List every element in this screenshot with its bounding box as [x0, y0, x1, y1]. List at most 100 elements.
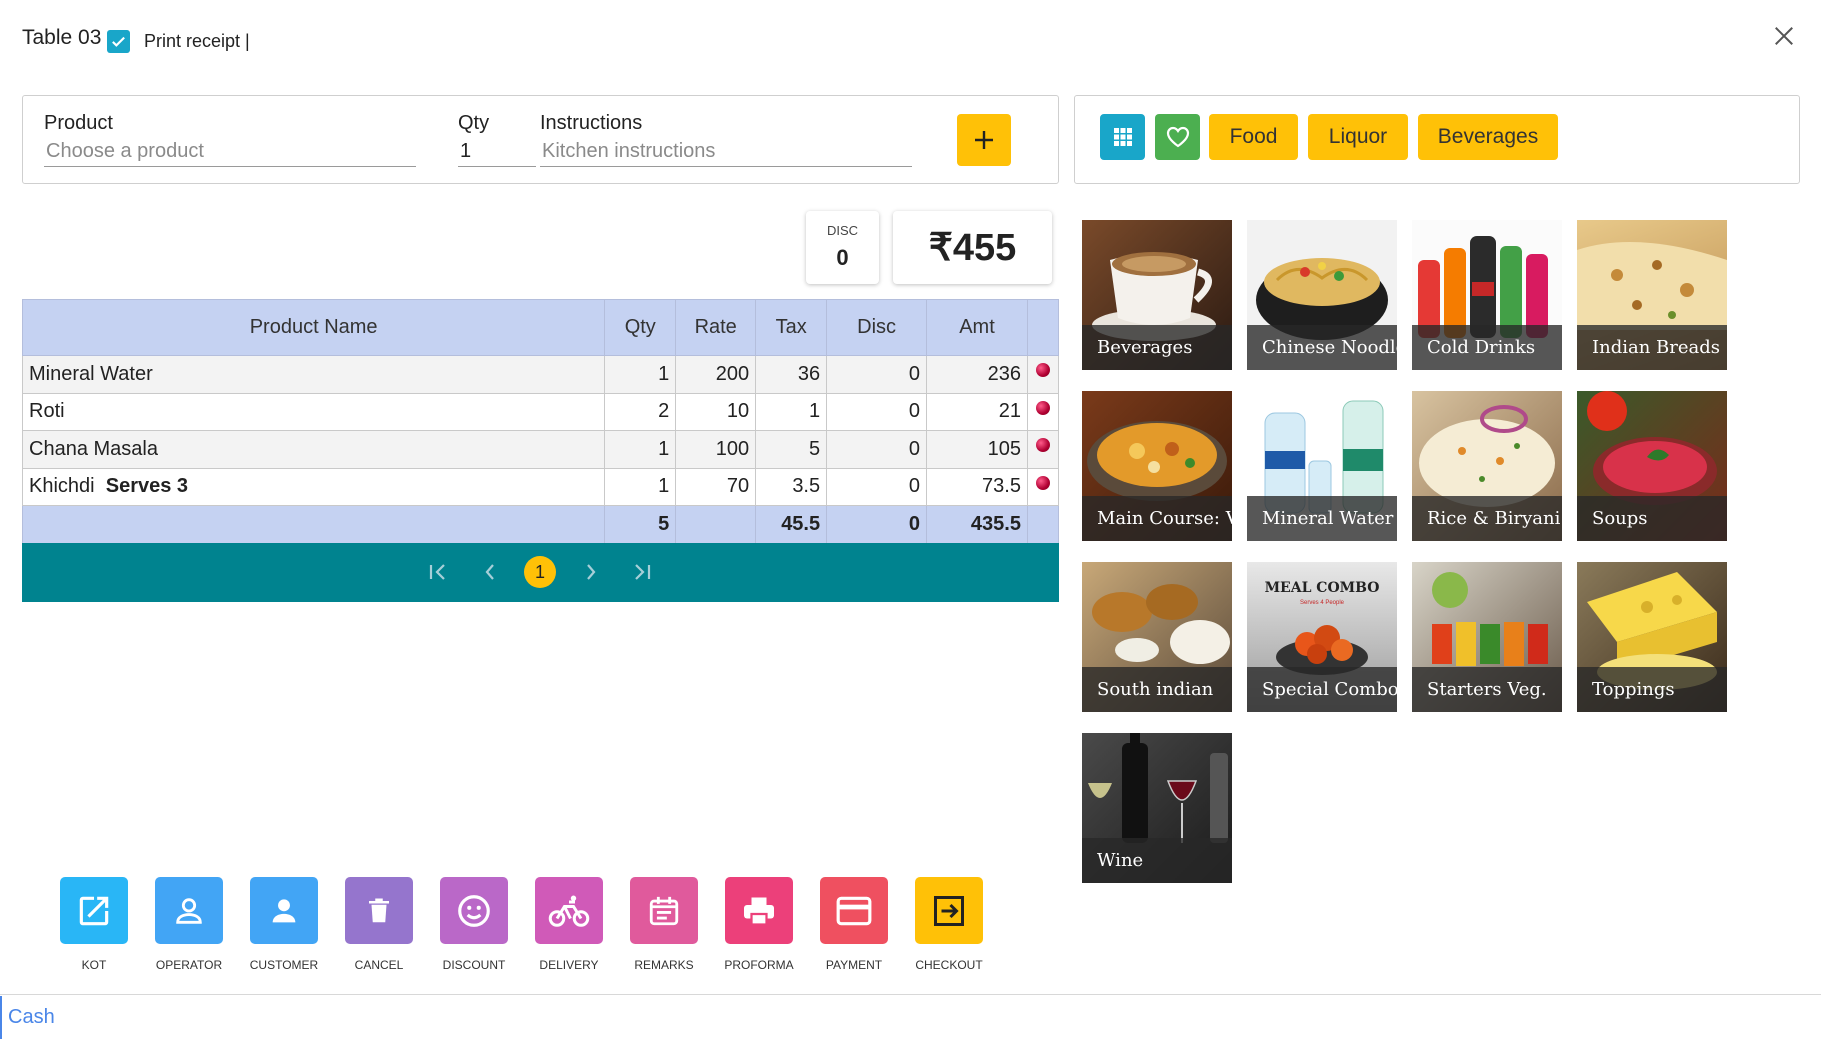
trash-icon	[369, 898, 389, 922]
first-page-icon	[429, 564, 445, 580]
tile-chinese-noodles[interactable]: Chinese Noodles	[1247, 220, 1397, 370]
discount-box[interactable]: DISC 0	[806, 211, 879, 284]
column-header-disc: Disc	[826, 299, 928, 356]
remove-item-icon[interactable]	[1035, 400, 1050, 415]
rate-cell: 100	[675, 430, 757, 469]
tax-cell: 1	[755, 392, 828, 431]
remove-item-cell	[1026, 392, 1060, 431]
tile-wine[interactable]: Wine	[1082, 733, 1232, 883]
product-input[interactable]	[44, 139, 416, 167]
category-liquor-button[interactable]: Liquor	[1308, 114, 1408, 160]
tile-main-course-veg[interactable]: Main Course: Veg	[1082, 391, 1232, 541]
cancel-button[interactable]	[345, 877, 413, 944]
customer-button[interactable]	[250, 877, 318, 944]
category-food-button[interactable]: Food	[1209, 114, 1298, 160]
smile-icon	[458, 894, 490, 927]
user-icon	[272, 898, 296, 922]
operator-button[interactable]	[155, 877, 223, 944]
amt-cell: 236	[926, 355, 1028, 394]
totals-label-cell	[21, 505, 606, 544]
payment-mode-link[interactable]: Cash	[8, 1006, 55, 1029]
total-rate-cell	[675, 505, 757, 544]
tile-starters-veg[interactable]: Starters Veg.	[1412, 562, 1562, 712]
table-row[interactable]: Khichdi Serves 3 1 70 3.5 0 73.5	[21, 467, 1060, 506]
total-disc-cell: 0	[826, 505, 928, 544]
first-page-button[interactable]	[422, 556, 454, 588]
instructions-input[interactable]	[540, 139, 912, 167]
all-categories-button[interactable]	[1100, 114, 1145, 160]
next-page-button[interactable]	[575, 556, 607, 588]
qty-input[interactable]	[458, 139, 536, 167]
tile-label: South indian	[1082, 667, 1232, 712]
proforma-button[interactable]	[725, 877, 793, 944]
kot-button[interactable]	[60, 877, 128, 944]
tile-south-indian[interactable]: South indian	[1082, 562, 1232, 712]
print-receipt-checkbox[interactable]	[107, 30, 130, 53]
printer-icon	[744, 897, 774, 926]
total-tax-cell: 45.5	[755, 505, 828, 544]
totals-row: 5 45.5 0 435.5	[21, 505, 1060, 544]
user-outline-icon	[176, 897, 202, 924]
last-page-icon	[635, 564, 651, 580]
cancel-label: CANCEL	[354, 958, 404, 972]
table-row[interactable]: Mineral Water 1 200 36 0 236	[21, 355, 1060, 394]
chevron-right-icon	[587, 564, 596, 580]
qty-cell: 1	[604, 355, 677, 394]
remarks-label: REMARKS	[634, 958, 694, 972]
qty-cell: 1	[604, 430, 677, 469]
remove-item-icon[interactable]	[1035, 363, 1050, 378]
column-header-amt: Amt	[926, 299, 1028, 356]
tile-mineral-water[interactable]: Mineral Water	[1247, 391, 1397, 541]
remarks-button[interactable]	[630, 877, 698, 944]
tile-soups[interactable]: Soups	[1577, 391, 1727, 541]
chevron-left-icon	[485, 564, 494, 580]
tile-indian-breads[interactable]: Indian Breads	[1577, 220, 1727, 370]
add-product-button[interactable]	[957, 114, 1011, 166]
check-icon	[112, 36, 125, 47]
previous-page-button[interactable]	[474, 556, 506, 588]
table-row[interactable]: Roti 2 10 1 0 21	[21, 392, 1060, 431]
rate-cell: 10	[675, 392, 757, 431]
open-external-icon	[79, 896, 109, 925]
remove-item-icon[interactable]	[1035, 438, 1050, 453]
kot-label: KOT	[81, 958, 107, 972]
favorites-button[interactable]	[1155, 114, 1200, 160]
table-row[interactable]: Chana Masala 1 100 5 0 105	[21, 430, 1060, 469]
amt-cell: 73.5	[926, 467, 1028, 506]
qty-cell: 1	[604, 467, 677, 506]
tile-toppings[interactable]: Toppings	[1577, 562, 1727, 712]
payment-button[interactable]	[820, 877, 888, 944]
tile-label: Main Course: Veg	[1082, 496, 1232, 541]
tile-rice-biryani[interactable]: Rice & Biryani	[1412, 391, 1562, 541]
operator-label: OPERATOR	[155, 958, 223, 972]
remove-item-icon[interactable]	[1035, 475, 1050, 490]
last-page-button[interactable]	[626, 556, 658, 588]
tax-cell: 5	[755, 430, 828, 469]
totals-action-cell	[1026, 505, 1060, 544]
order-table: Product Name Qty Rate Tax Disc Amt Miner…	[21, 299, 1060, 544]
discount-button[interactable]	[440, 877, 508, 944]
tile-special-combos[interactable]: MEAL COMBO Serves 4 People Special Combo…	[1247, 562, 1397, 712]
tile-label: Mineral Water	[1247, 496, 1397, 541]
exit-icon	[934, 895, 964, 926]
remove-item-cell	[1026, 467, 1060, 506]
delivery-label: DELIVERY	[539, 958, 599, 972]
footer-divider	[0, 994, 1821, 995]
checkout-button[interactable]	[915, 877, 983, 944]
product-name-cell: Roti	[21, 392, 606, 431]
proforma-label: PROFORMA	[724, 958, 794, 972]
tile-cold-drinks[interactable]: Cold Drinks	[1412, 220, 1562, 370]
product-name-cell: Chana Masala	[21, 430, 606, 469]
instructions-label: Instructions	[540, 112, 643, 134]
grid-icon	[1113, 128, 1132, 146]
current-page-indicator[interactable]: 1	[524, 556, 556, 588]
remove-item-cell	[1026, 355, 1060, 394]
heart-icon	[1166, 126, 1189, 148]
close-button[interactable]	[1770, 22, 1798, 50]
tile-beverages[interactable]: Beverages	[1082, 220, 1232, 370]
category-beverages-button[interactable]: Beverages	[1418, 114, 1558, 160]
delivery-button[interactable]	[535, 877, 603, 944]
tax-cell: 36	[755, 355, 828, 394]
order-total: ₹455	[893, 211, 1052, 284]
calendar-icon	[649, 896, 679, 925]
